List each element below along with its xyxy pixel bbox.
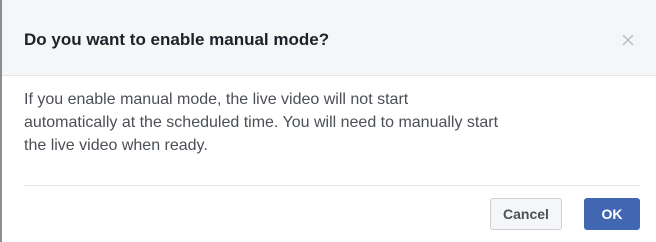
footer-divider (24, 185, 640, 186)
dialog-message: If you enable manual mode, the live vide… (24, 88, 634, 157)
dialog-header: Do you want to enable manual mode? (2, 0, 656, 76)
dialog-message-line: If you enable manual mode, the live vide… (24, 91, 409, 108)
ok-button[interactable]: OK (584, 198, 640, 230)
close-button[interactable] (616, 28, 640, 52)
dialog-message-line: automatically at the scheduled time. You… (24, 114, 499, 131)
dialog-title: Do you want to enable manual mode? (24, 30, 330, 49)
cancel-button[interactable]: Cancel (490, 198, 562, 230)
dialog-message-line: the live video when ready. (24, 137, 208, 154)
close-icon (622, 34, 634, 46)
confirm-dialog: Do you want to enable manual mode? If yo… (2, 0, 656, 242)
